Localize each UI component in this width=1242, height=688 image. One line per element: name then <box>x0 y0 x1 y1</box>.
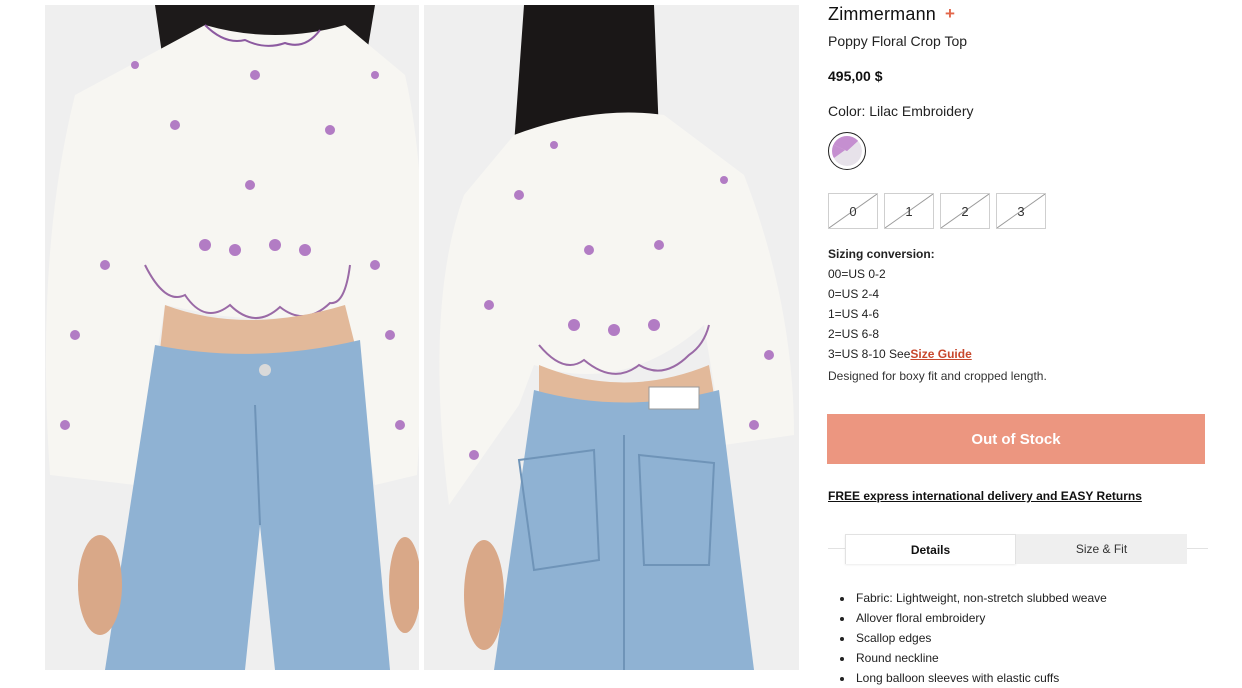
list-item: Round neckline <box>854 648 1107 668</box>
tab-details[interactable]: Details <box>845 534 1016 564</box>
size-option-3[interactable]: 3 <box>996 193 1046 229</box>
sizing-line: 00=US 0-2 <box>828 267 886 281</box>
fit-note: Designed for boxy fit and cropped length… <box>828 369 1047 383</box>
product-photo-front[interactable] <box>45 5 419 670</box>
list-item: Fabric: Lightweight, non-stretch slubbed… <box>854 588 1107 608</box>
plus-icon[interactable]: + <box>945 4 955 24</box>
list-item: Scallop edges <box>854 628 1107 648</box>
list-item: Allover floral embroidery <box>854 608 1107 628</box>
tab-size-fit[interactable]: Size & Fit <box>1016 534 1187 564</box>
info-tabs: Details Size & Fit <box>845 534 1187 564</box>
swatch-fill <box>832 136 862 166</box>
details-list: Fabric: Lightweight, non-stretch slubbed… <box>828 588 1107 688</box>
product-price: 495,00 $ <box>828 68 883 84</box>
list-item: Long balloon sleeves with elastic cuffs <box>854 668 1107 688</box>
out-of-stock-button[interactable]: Out of Stock <box>827 414 1205 464</box>
product-name: Poppy Floral Crop Top <box>828 33 968 49</box>
size-label: 2 <box>961 203 969 219</box>
delivery-returns-link[interactable]: FREE express international delivery and … <box>828 489 1142 503</box>
sizing-title: Sizing conversion: <box>828 247 935 261</box>
color-swatch-lilac[interactable] <box>828 132 866 170</box>
color-label: Color: Lilac Embroidery <box>828 103 974 119</box>
size-label: 3 <box>1017 203 1025 219</box>
size-label: 0 <box>849 203 857 219</box>
sizing-line-last: 3=US 8-10 SeeSize Guide <box>828 344 972 364</box>
brand-row: Zimmermann + <box>828 4 955 25</box>
product-photo-back[interactable] <box>424 5 799 670</box>
front-photo-illustration <box>45 5 419 670</box>
size-option-2[interactable]: 2 <box>940 193 990 229</box>
size-option-1[interactable]: 1 <box>884 193 934 229</box>
size-guide-link[interactable]: Size Guide <box>910 347 971 361</box>
sizing-conversion: Sizing conversion: 00=US 0-2 0=US 2-4 1=… <box>828 244 972 364</box>
size-label: 1 <box>905 203 913 219</box>
sizing-line: 1=US 4-6 <box>828 307 880 321</box>
sizing-line: 0=US 2-4 <box>828 287 880 301</box>
back-photo-illustration <box>424 5 799 670</box>
size-selector: 0 1 2 3 <box>828 193 1046 229</box>
sizing-line-text: 3=US 8-10 See <box>828 347 911 361</box>
brand-name[interactable]: Zimmermann <box>828 4 936 25</box>
size-option-0[interactable]: 0 <box>828 193 878 229</box>
sizing-line: 2=US 6-8 <box>828 327 880 341</box>
